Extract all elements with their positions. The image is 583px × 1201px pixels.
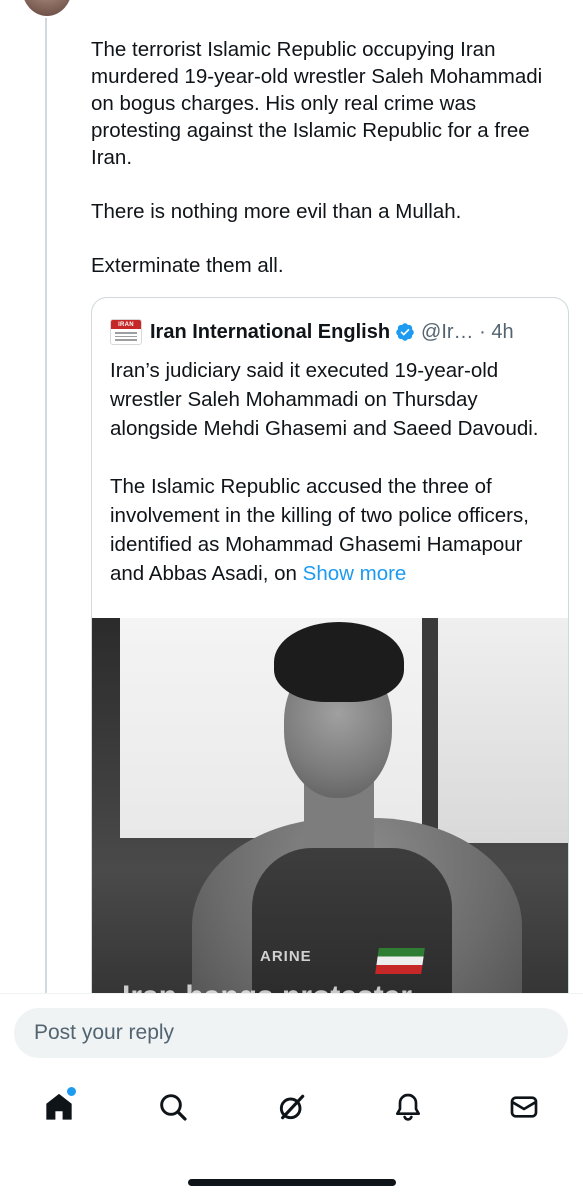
- tweet-paragraph: The terrorist Islamic Republic occupying…: [91, 38, 543, 169]
- tweet-paragraph: Exterminate them all.: [91, 254, 284, 277]
- tweet-body: The terrorist Islamic Republic occupying…: [91, 36, 561, 279]
- notifications-icon: [396, 1093, 420, 1121]
- nav-grok[interactable]: [270, 1085, 314, 1129]
- home-notification-dot: [65, 1085, 78, 1098]
- quoted-post-card[interactable]: IRAN Iran International English @Ir… · 4…: [91, 297, 569, 1039]
- quoted-post-body: Iran’s judiciary said it executed 19-yea…: [110, 356, 555, 588]
- quoted-display-name[interactable]: Iran International English: [150, 321, 390, 344]
- verified-badge-icon: [396, 323, 414, 341]
- author-avatar[interactable]: [22, 0, 72, 16]
- image-jersey-text: ARINE: [260, 948, 312, 965]
- show-more-link[interactable]: Show more: [303, 562, 407, 585]
- nav-messages[interactable]: [502, 1085, 546, 1129]
- bottom-navigation: [0, 1085, 583, 1135]
- image-background-window: [437, 618, 568, 843]
- image-background-pillar: [422, 618, 438, 848]
- image-flag-patch: [375, 948, 425, 974]
- iran-international-logo-icon[interactable]: IRAN: [110, 319, 142, 345]
- nav-notifications[interactable]: [386, 1085, 430, 1129]
- quoted-post-image[interactable]: ARINE Iran hangs protester: [92, 618, 568, 1038]
- nav-home[interactable]: [37, 1085, 81, 1129]
- quoted-paragraph: Iran’s judiciary said it executed 19-yea…: [110, 359, 539, 440]
- grok-icon: [279, 1094, 305, 1120]
- reply-placeholder: Post your reply: [34, 1021, 175, 1044]
- home-indicator[interactable]: [188, 1179, 396, 1186]
- search-icon: [160, 1094, 187, 1121]
- quoted-post-header: IRAN Iran International English @Ir… · 4…: [110, 318, 558, 346]
- messages-icon: [510, 1096, 538, 1118]
- thread-connector-line: [45, 18, 47, 994]
- logo-text: IRAN: [118, 321, 134, 328]
- image-wrestler-hair: [274, 622, 404, 702]
- nav-search[interactable]: [151, 1085, 195, 1129]
- reply-input[interactable]: Post your reply: [14, 1008, 568, 1058]
- quoted-handle-and-time[interactable]: @Ir… · 4h: [421, 321, 514, 344]
- quoted-paragraph: The Islamic Republic accused the three o…: [110, 472, 555, 588]
- tweet-paragraph: There is nothing more evil than a Mullah…: [91, 200, 462, 223]
